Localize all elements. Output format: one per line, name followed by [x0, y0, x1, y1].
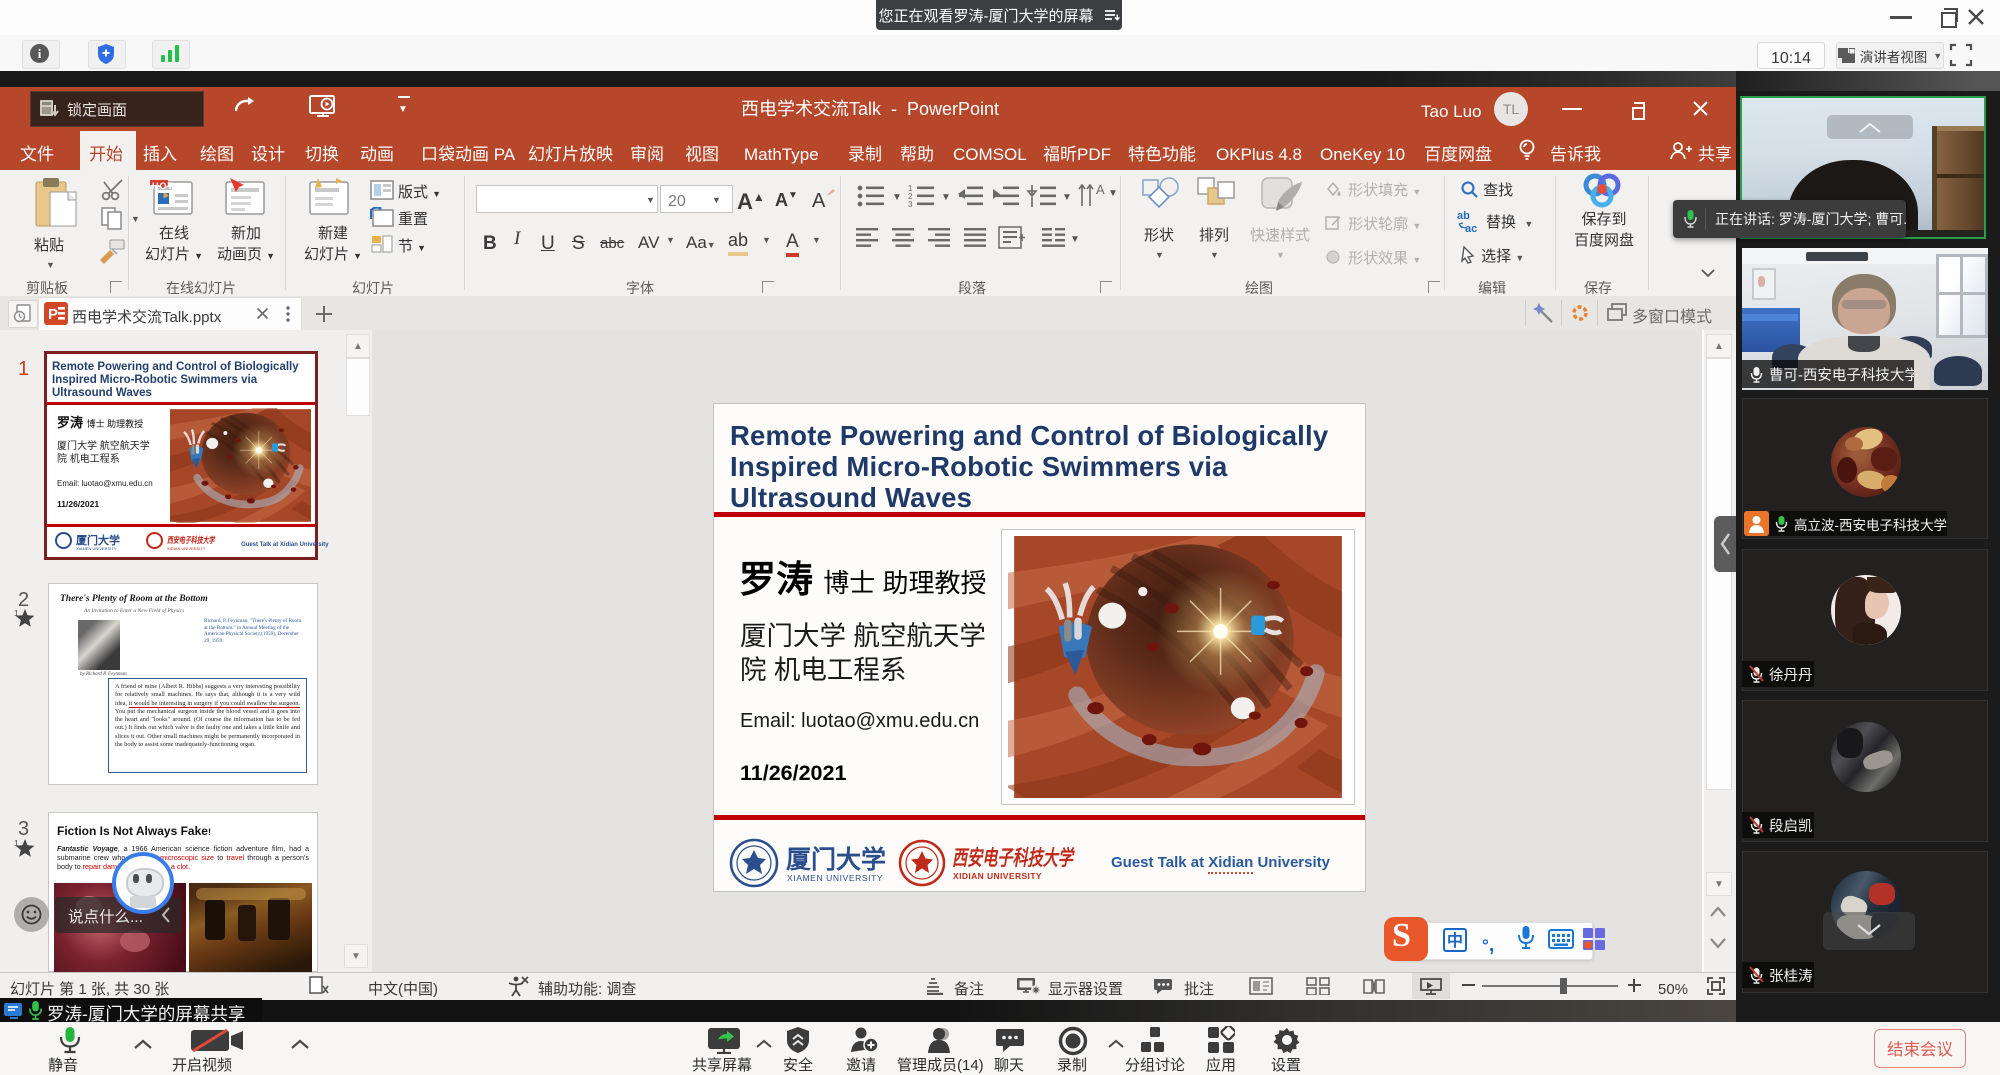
- svg-text:▼: ▼: [1108, 184, 1116, 199]
- svg-text:3: 3: [908, 199, 913, 210]
- svg-text:A: A: [1096, 182, 1105, 198]
- svg-text:▼: ▼: [941, 188, 951, 203]
- svg-text:P: P: [48, 306, 58, 323]
- svg-text:▼: ▼: [1062, 188, 1072, 203]
- svg-text:1: 1: [14, 838, 19, 849]
- svg-text:▼: ▼: [1070, 230, 1080, 245]
- svg-text:▼: ▼: [892, 188, 902, 203]
- svg-text:ab: ab: [1457, 210, 1470, 222]
- svg-text:1: 1: [14, 608, 19, 619]
